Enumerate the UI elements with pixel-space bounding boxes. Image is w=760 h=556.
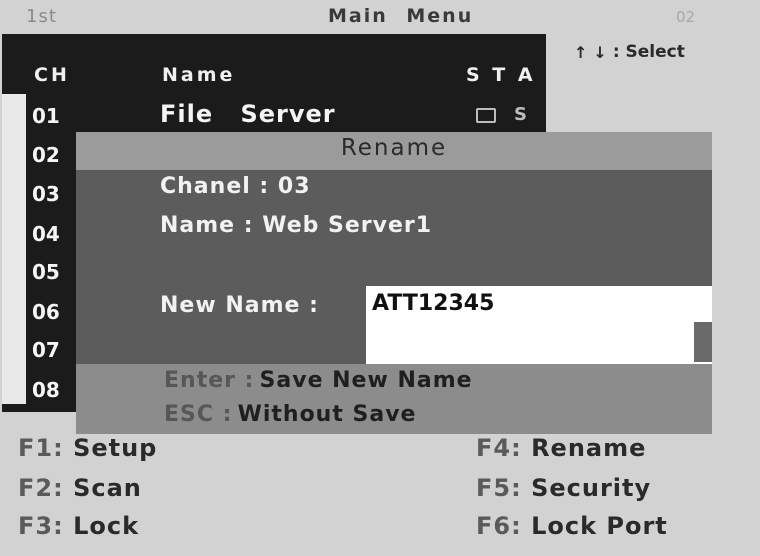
channel-row-03[interactable]: 03: [32, 182, 60, 206]
fkey-lock-port[interactable]: F6: Lock Port: [476, 512, 668, 540]
fkey-setup[interactable]: F1: Setup: [18, 434, 157, 462]
enter-hint: Enter : Save New Name: [164, 368, 473, 393]
channel-row-05[interactable]: 05: [32, 260, 60, 284]
channel-row-04[interactable]: 04: [32, 222, 60, 246]
enter-key-desc: Save New Name: [259, 368, 473, 393]
fkey-f5: F5:: [476, 474, 522, 502]
channel-row-08[interactable]: 08: [32, 378, 60, 402]
select-hint: ↑ ↓ : Select: [574, 42, 685, 62]
arrow-up-icon: ↑: [574, 42, 588, 62]
esc-key-label: ESC :: [164, 402, 233, 427]
selection-strip: [2, 94, 26, 404]
fkey-setup-label: Setup: [73, 434, 158, 462]
column-header-status: S T A: [466, 64, 536, 86]
esc-key-desc: Without Save: [237, 402, 417, 427]
enter-key-label: Enter :: [164, 368, 255, 393]
channel-line: Chanel : 03: [160, 174, 311, 199]
page-number: 02: [676, 8, 696, 26]
fkey-lock-label: Lock: [73, 512, 140, 540]
new-name-label: New Name :: [160, 293, 319, 318]
channel-name[interactable]: File Server: [160, 100, 336, 128]
fkey-rename-label: Rename: [531, 434, 647, 462]
fkey-f2: F2:: [18, 474, 64, 502]
esc-hint: ESC : Without Save: [164, 402, 416, 427]
fkey-security[interactable]: F5: Security: [476, 474, 651, 502]
fkey-security-label: Security: [531, 474, 652, 502]
current-name-line: Name : Web Server1: [160, 213, 433, 238]
channel-row-07[interactable]: 07: [32, 338, 60, 362]
fkey-f6: F6:: [476, 512, 522, 540]
fkey-f3: F3:: [18, 512, 64, 540]
scrollbar-thumb[interactable]: [694, 322, 712, 362]
column-header-ch: CH: [34, 64, 70, 86]
channel-row-06[interactable]: 06: [32, 300, 60, 324]
channel-status: S: [514, 104, 527, 125]
new-name-value[interactable]: ATT12345: [372, 291, 494, 316]
fkey-scan[interactable]: F2: Scan: [18, 474, 142, 502]
channel-row-02[interactable]: 02: [32, 143, 60, 167]
fkey-lock-port-label: Lock Port: [531, 512, 668, 540]
monitor-icon: [476, 108, 496, 123]
dialog-title: Rename: [340, 135, 448, 161]
page-indicator: 1st: [26, 6, 57, 27]
fkey-f4: F4:: [476, 434, 522, 462]
channel-row-01[interactable]: 01: [32, 104, 60, 128]
fkey-rename[interactable]: F4: Rename: [476, 434, 646, 462]
arrow-down-icon: ↓: [593, 42, 607, 62]
fkey-scan-label: Scan: [73, 474, 142, 502]
column-header-name: Name: [162, 64, 236, 86]
select-hint-text: : Select: [612, 42, 685, 62]
menu-title: Main Menu: [328, 5, 474, 27]
fkey-f1: F1:: [18, 434, 64, 462]
fkey-lock[interactable]: F3: Lock: [18, 512, 139, 540]
